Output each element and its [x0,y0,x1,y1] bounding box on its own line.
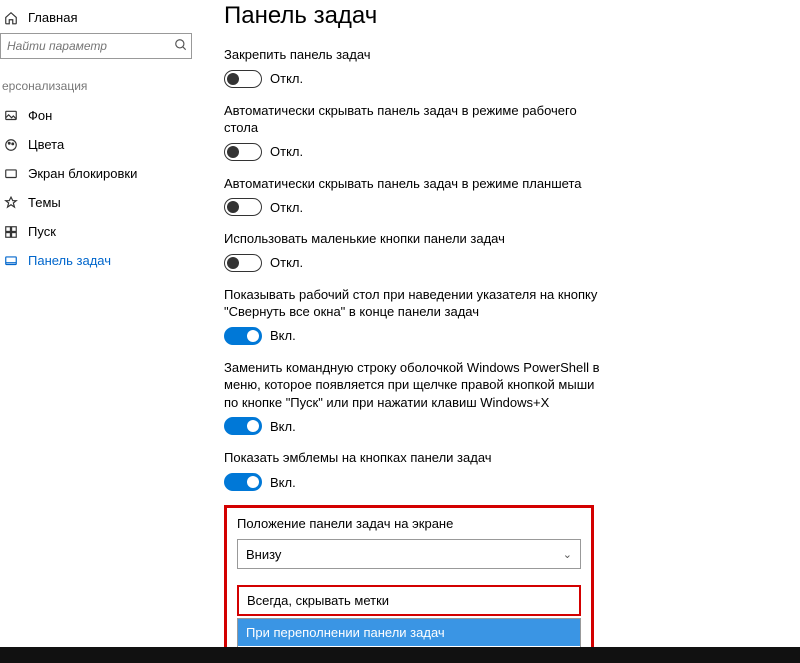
nav-label: Цвета [28,137,64,152]
option-badges: Показать эмблемы на кнопках панели задач… [224,449,604,491]
toggle-badges[interactable] [224,473,262,491]
home-icon [2,11,20,25]
search-field[interactable] [1,39,170,53]
combine-select-highlight: Всегда, скрывать метки [237,585,581,616]
toggle-state: Откл. [270,71,303,86]
search-icon [170,38,191,55]
option-peek-desktop: Показывать рабочий стол при наведении ук… [224,286,604,345]
toggle-state: Вкл. [270,475,296,490]
option-label: Автоматически скрывать панель задач в ре… [224,102,604,137]
page-title: Панель задач [224,2,784,30]
toggle-state: Откл. [270,200,303,215]
chevron-down-icon: ⌄ [563,548,572,561]
nav-label: Фон [28,108,52,123]
image-icon [2,109,20,123]
sidebar-item-lockscreen[interactable]: Экран блокировки [0,159,200,188]
option-small-buttons: Использовать маленькие кнопки панели зад… [224,230,604,272]
sidebar-item-start[interactable]: Пуск [0,217,200,246]
toggle-lock-taskbar[interactable] [224,70,262,88]
option-autohide-tablet: Автоматически скрывать панель задач в ре… [224,175,604,217]
sidebar-item-colors[interactable]: Цвета [0,130,200,159]
option-label: Заменить командную строку оболочкой Wind… [224,359,604,412]
lock-icon [2,167,20,181]
position-label: Положение панели задач на экране [237,516,581,531]
combine-value[interactable]: Всегда, скрывать метки [247,593,389,608]
start-icon [2,225,20,239]
toggle-autohide-desktop[interactable] [224,143,262,161]
palette-icon [2,138,20,152]
sidebar-item-themes[interactable]: Темы [0,188,200,217]
dropdown-item-overflow[interactable]: При переполнении панели задач [238,619,580,646]
highlight-region: Положение панели задач на экране Внизу ⌄… [224,505,594,663]
toggle-peek-desktop[interactable] [224,327,262,345]
windows-taskbar[interactable] [0,647,800,663]
option-label: Автоматически скрывать панель задач в ре… [224,175,604,193]
taskbar-icon [2,254,20,268]
nav-label: Экран блокировки [28,166,137,181]
nav-home-label: Главная [28,10,77,25]
option-autohide-desktop: Автоматически скрывать панель задач в ре… [224,102,604,161]
toggle-autohide-tablet[interactable] [224,198,262,216]
option-lock-taskbar: Закрепить панель задач Откл. [224,46,604,88]
themes-icon [2,196,20,210]
nav-label: Темы [28,195,61,210]
option-label: Показывать рабочий стол при наведении ук… [224,286,604,321]
toggle-powershell[interactable] [224,417,262,435]
search-input[interactable] [0,33,192,59]
nav-label: Панель задач [28,253,111,268]
sidebar-item-background[interactable]: Фон [0,101,200,130]
sidebar-item-taskbar[interactable]: Панель задач [0,246,200,275]
toggle-state: Откл. [270,255,303,270]
sidebar-section-label: ерсонализация [0,65,200,101]
toggle-small-buttons[interactable] [224,254,262,272]
option-powershell: Заменить командную строку оболочкой Wind… [224,359,604,436]
toggle-state: Откл. [270,144,303,159]
position-select[interactable]: Внизу ⌄ [237,539,581,569]
option-label: Показать эмблемы на кнопках панели задач [224,449,604,467]
option-label: Закрепить панель задач [224,46,604,64]
position-value: Внизу [246,547,281,562]
toggle-state: Вкл. [270,419,296,434]
option-label: Использовать маленькие кнопки панели зад… [224,230,604,248]
nav-label: Пуск [28,224,56,239]
toggle-state: Вкл. [270,328,296,343]
nav-home[interactable]: Главная [0,6,200,33]
